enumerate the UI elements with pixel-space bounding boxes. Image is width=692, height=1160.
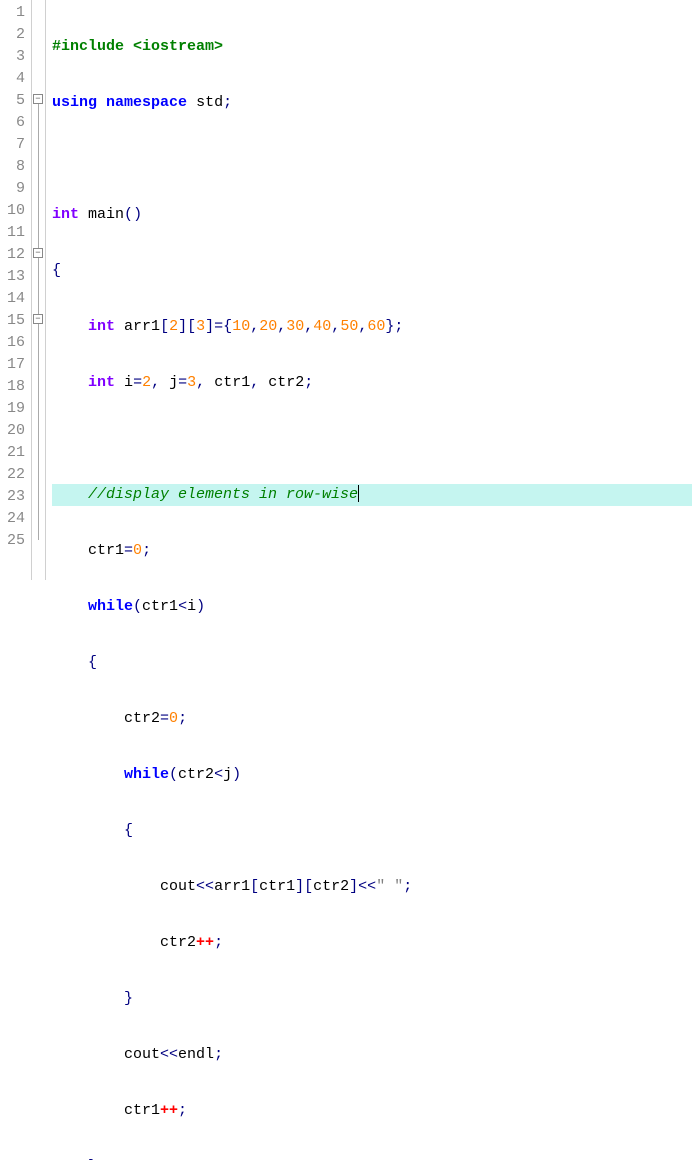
code-line[interactable]: using namespace std; (52, 92, 692, 114)
operator: ++ (160, 1102, 178, 1119)
line-number[interactable]: 17 (6, 354, 25, 376)
code-line[interactable]: ctr1++; (52, 1100, 692, 1122)
identifier: arr1 (124, 318, 160, 335)
line-number[interactable]: 24 (6, 508, 25, 530)
code-line[interactable]: ctr2++; (52, 932, 692, 954)
type-keyword: int (88, 318, 115, 335)
code-line[interactable]: ctr1=0; (52, 540, 692, 562)
header-name: <iostream> (133, 38, 223, 55)
line-number[interactable]: 20 (6, 420, 25, 442)
line-number[interactable]: 19 (6, 398, 25, 420)
code-line[interactable]: while(ctr2<j) (52, 764, 692, 786)
type-keyword: int (52, 206, 79, 223)
code-line-active[interactable]: //display elements in row-wise (52, 484, 692, 506)
line-number[interactable]: 14 (6, 288, 25, 310)
line-number[interactable]: 16 (6, 332, 25, 354)
line-number[interactable]: 2 (6, 24, 25, 46)
line-number[interactable]: 3 (6, 46, 25, 68)
code-line[interactable]: while(ctr1<i) (52, 596, 692, 618)
line-number[interactable]: 15 (6, 310, 25, 332)
type-keyword: int (88, 374, 115, 391)
keyword: using (52, 94, 97, 111)
line-number[interactable]: 25 (6, 530, 25, 552)
code-line[interactable]: } (52, 1156, 692, 1160)
identifier: std (196, 94, 223, 111)
keyword: namespace (106, 94, 187, 111)
code-line[interactable] (52, 148, 692, 170)
code-line[interactable]: int arr1[2][3]={10,20,30,40,50,60}; (52, 316, 692, 338)
line-number[interactable]: 21 (6, 442, 25, 464)
line-number[interactable]: 10 (6, 200, 25, 222)
line-number[interactable]: 11 (6, 222, 25, 244)
code-line[interactable]: ctr2=0; (52, 708, 692, 730)
code-line[interactable]: { (52, 652, 692, 674)
code-line[interactable] (52, 428, 692, 450)
code-line[interactable]: int i=2, j=3, ctr1, ctr2; (52, 372, 692, 394)
fold-toggle-icon[interactable]: − (33, 94, 43, 104)
line-number[interactable]: 5 (6, 90, 25, 112)
operator: ++ (196, 934, 214, 951)
string-literal: " " (376, 878, 403, 895)
line-number-gutter: 1 2 3 4 5 6 7 8 9 10 11 12 13 14 15 16 1… (0, 0, 32, 580)
fold-toggle-icon[interactable]: − (33, 314, 43, 324)
text-cursor (358, 485, 359, 502)
line-number[interactable]: 13 (6, 266, 25, 288)
line-number[interactable]: 8 (6, 156, 25, 178)
code-line[interactable]: int main() (52, 204, 692, 226)
line-number[interactable]: 1 (6, 2, 25, 24)
preprocessor: #include (52, 38, 133, 55)
line-number[interactable]: 6 (6, 112, 25, 134)
line-number[interactable]: 12 (6, 244, 25, 266)
line-number[interactable]: 23 (6, 486, 25, 508)
fold-toggle-icon[interactable]: − (33, 248, 43, 258)
fold-column: − − − (32, 0, 46, 580)
code-line[interactable]: cout<<endl; (52, 1044, 692, 1066)
line-number[interactable]: 22 (6, 464, 25, 486)
code-line[interactable]: { (52, 260, 692, 282)
line-number[interactable]: 7 (6, 134, 25, 156)
code-line[interactable]: } (52, 988, 692, 1010)
code-line[interactable]: cout<<arr1[ctr1][ctr2]<<" "; (52, 876, 692, 898)
identifier: main (88, 206, 124, 223)
keyword: while (124, 766, 169, 783)
code-line[interactable]: { (52, 820, 692, 842)
keyword: while (88, 598, 133, 615)
line-number[interactable]: 9 (6, 178, 25, 200)
brace: { (52, 262, 61, 279)
line-number[interactable]: 4 (6, 68, 25, 90)
code-line[interactable]: #include <iostream> (52, 36, 692, 58)
code-editor: 1 2 3 4 5 6 7 8 9 10 11 12 13 14 15 16 1… (0, 0, 692, 580)
comment: //display elements in row-wise (88, 486, 358, 503)
line-number[interactable]: 18 (6, 376, 25, 398)
code-area[interactable]: #include <iostream> using namespace std;… (46, 0, 692, 580)
